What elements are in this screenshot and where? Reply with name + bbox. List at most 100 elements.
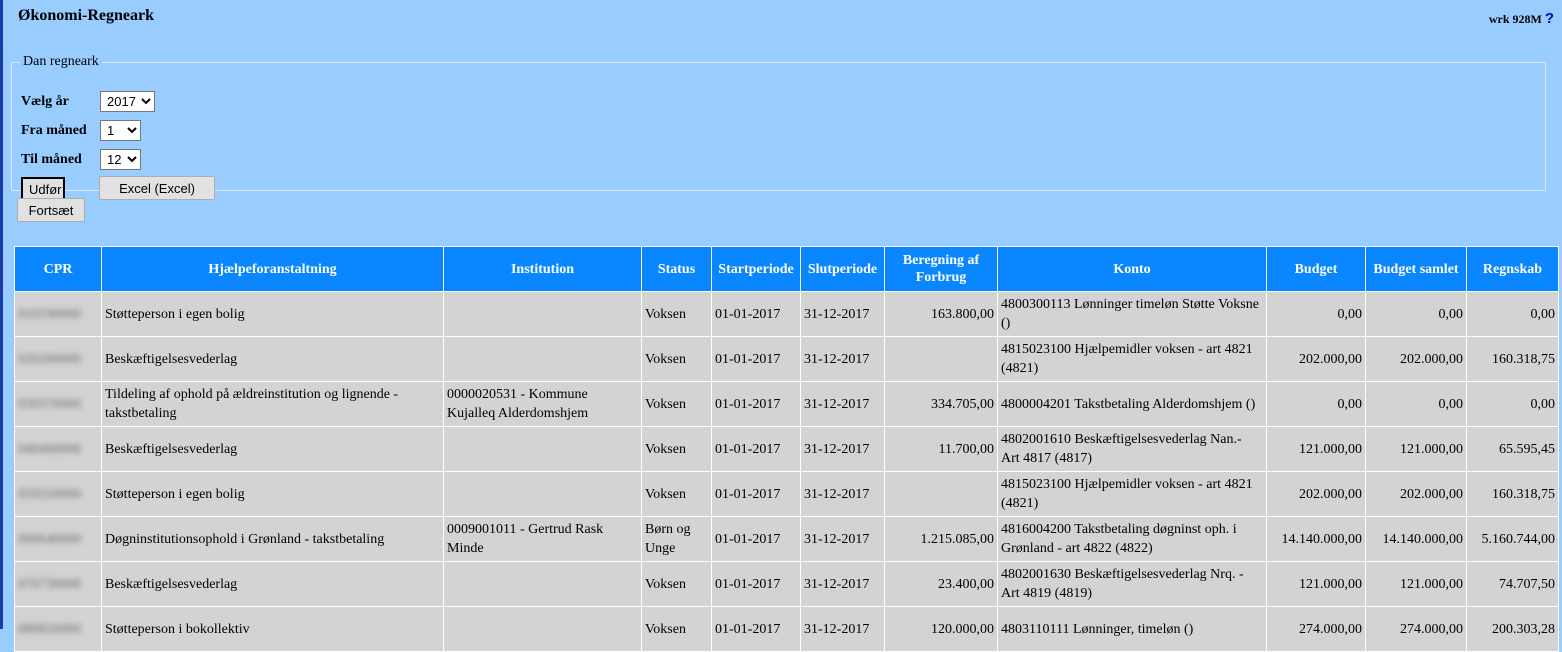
status-cell: Børn og Unge: [641, 516, 712, 562]
slut-cell: 31-12-2017: [800, 336, 885, 382]
col-header-konto[interactable]: Konto: [997, 246, 1267, 292]
col-header-startperiode[interactable]: Startperiode: [711, 246, 801, 292]
regnskab-cell: 0,00: [1466, 381, 1559, 427]
page-title: Økonomi-Regneark: [18, 7, 154, 24]
slut-cell: 31-12-2017: [800, 426, 885, 472]
institution-cell: 0000020531 - Kommune Kujalleq Alderdomsh…: [443, 381, 642, 427]
start-cell: 01-01-2017: [711, 381, 801, 427]
konto-cell: 4802001610 Beskæftigelsesvederlag Nan.- …: [997, 426, 1267, 472]
from-month-label: Fra måned: [21, 122, 87, 138]
cpr-cell: 040460000: [14, 426, 102, 472]
hjaelp-cell: Beskæftigelsesvederlag: [101, 336, 444, 382]
budget-samlet-cell: 0,00: [1365, 381, 1467, 427]
excel-button[interactable]: Excel (Excel): [99, 176, 215, 200]
status-cell: Voksen: [641, 291, 712, 337]
budget-samlet-cell: 121.000,00: [1365, 561, 1467, 607]
cpr-value: 060640000: [18, 531, 81, 547]
status-cell: Voksen: [641, 336, 712, 382]
forbrug-cell: 334.705,00: [884, 381, 998, 427]
col-header-institution[interactable]: Institution: [443, 246, 642, 292]
form-legend: Dan regneark: [23, 54, 99, 69]
col-header-slutperiode[interactable]: Slutperiode: [800, 246, 885, 292]
status-cell: Voksen: [641, 561, 712, 607]
to-month-select[interactable]: 12: [100, 149, 141, 170]
budget-table: CPR Hjælpeforanstaltning Institution Sta…: [14, 246, 1559, 652]
start-cell: 01-01-2017: [711, 561, 801, 607]
hjaelp-cell: Støtteperson i egen bolig: [101, 291, 444, 337]
budget-cell: 121.000,00: [1266, 561, 1366, 607]
forbrug-cell: 11.700,00: [884, 426, 998, 472]
forbrug-cell: [884, 471, 998, 517]
table-row: 020280000 Beskæftigelsesvederlag Voksen …: [14, 336, 1559, 382]
col-header-hjaelpeforanstaltning[interactable]: Hjælpeforanstaltning: [101, 246, 444, 292]
status-cell: Voksen: [641, 381, 712, 427]
cpr-value: 070730000: [18, 576, 81, 592]
hjaelp-cell: Beskæftigelsesvederlag: [101, 426, 444, 472]
konto-cell: 4803110111 Lønninger, timeløn (): [997, 606, 1267, 652]
col-header-status[interactable]: Status: [641, 246, 712, 292]
slut-cell: 31-12-2017: [800, 516, 885, 562]
budget-cell: 14.140.000,00: [1266, 516, 1366, 562]
regnskab-cell: 200.303,28: [1466, 606, 1559, 652]
institution-cell: [443, 561, 642, 607]
cpr-value: 030370000: [18, 396, 81, 412]
hjaelp-cell: Døgninstitutionsophold i Grønland - taks…: [101, 516, 444, 562]
col-header-budget-samlet[interactable]: Budget samlet: [1365, 246, 1467, 292]
col-header-cpr[interactable]: CPR: [14, 246, 102, 292]
budget-samlet-cell: 202.000,00: [1365, 336, 1467, 382]
budget-samlet-cell: 121.000,00: [1365, 426, 1467, 472]
konto-cell: 4800300113 Lønninger timeløn Støtte Voks…: [997, 291, 1267, 337]
institution-cell: [443, 426, 642, 472]
to-month-label: Til måned: [21, 151, 82, 167]
start-cell: 01-01-2017: [711, 291, 801, 337]
konto-cell: 4802001630 Beskæftigelsesvederlag Nrq. -…: [997, 561, 1267, 607]
budget-cell: 0,00: [1266, 381, 1366, 427]
regnskab-cell: 160.318,75: [1466, 471, 1559, 517]
regnskab-cell: 65.595,45: [1466, 426, 1559, 472]
regnskab-cell: 0,00: [1466, 291, 1559, 337]
col-header-regnskab[interactable]: Regnskab: [1466, 246, 1559, 292]
budget-samlet-cell: 274.000,00: [1365, 606, 1467, 652]
hjaelp-cell: Beskæftigelsesvederlag: [101, 561, 444, 607]
year-row: Vælg år 2017: [21, 91, 155, 112]
budget-samlet-cell: 202.000,00: [1365, 471, 1467, 517]
cpr-cell: 010190000: [14, 291, 102, 337]
help-icon[interactable]: ?: [1545, 10, 1554, 27]
table-row: 010190000 Støtteperson i egen bolig Voks…: [14, 291, 1559, 337]
start-cell: 01-01-2017: [711, 336, 801, 382]
from-month-row: Fra måned 1: [21, 120, 141, 141]
regnskab-cell: 74.707,50: [1466, 561, 1559, 607]
status-cell: Voksen: [641, 606, 712, 652]
slut-cell: 31-12-2017: [800, 471, 885, 517]
start-cell: 01-01-2017: [711, 426, 801, 472]
slut-cell: 31-12-2017: [800, 561, 885, 607]
regnskab-cell: 5.160.744,00: [1466, 516, 1559, 562]
institution-cell: 0009001011 - Gertrud Rask Minde: [443, 516, 642, 562]
year-select[interactable]: 2017: [100, 91, 155, 112]
cpr-cell: 030370000: [14, 381, 102, 427]
budget-cell: 202.000,00: [1266, 471, 1366, 517]
budget-cell: 274.000,00: [1266, 606, 1366, 652]
konto-cell: 4800004201 Takstbetaling Alderdomshjem (…: [997, 381, 1267, 427]
slut-cell: 31-12-2017: [800, 291, 885, 337]
spreadsheet-form: Dan regneark Vælg år 2017 Fra måned 1 Ti…: [11, 54, 1546, 201]
status-cell: Voksen: [641, 426, 712, 472]
continue-button[interactable]: Fortsæt: [17, 198, 85, 222]
slut-cell: 31-12-2017: [800, 606, 885, 652]
col-header-beregning[interactable]: Beregning af Forbrug: [884, 246, 998, 292]
workstation-label: wrk 928M: [1488, 12, 1542, 26]
institution-cell: [443, 606, 642, 652]
table-header-row: CPR Hjælpeforanstaltning Institution Sta…: [14, 246, 1559, 292]
cpr-cell: 070730000: [14, 561, 102, 607]
workstation-info: wrk 928M?: [1489, 10, 1554, 27]
konto-cell: 4815023100 Hjælpemidler voksen - art 482…: [997, 336, 1267, 382]
institution-cell: [443, 336, 642, 382]
window-edge: [0, 0, 3, 629]
slut-cell: 31-12-2017: [800, 381, 885, 427]
konto-cell: 4815023100 Hjælpemidler voksen - art 482…: [997, 471, 1267, 517]
start-cell: 01-01-2017: [711, 606, 801, 652]
col-header-budget[interactable]: Budget: [1266, 246, 1366, 292]
forbrug-cell: 163.800,00: [884, 291, 998, 337]
from-month-select[interactable]: 1: [100, 120, 141, 141]
budget-cell: 202.000,00: [1266, 336, 1366, 382]
